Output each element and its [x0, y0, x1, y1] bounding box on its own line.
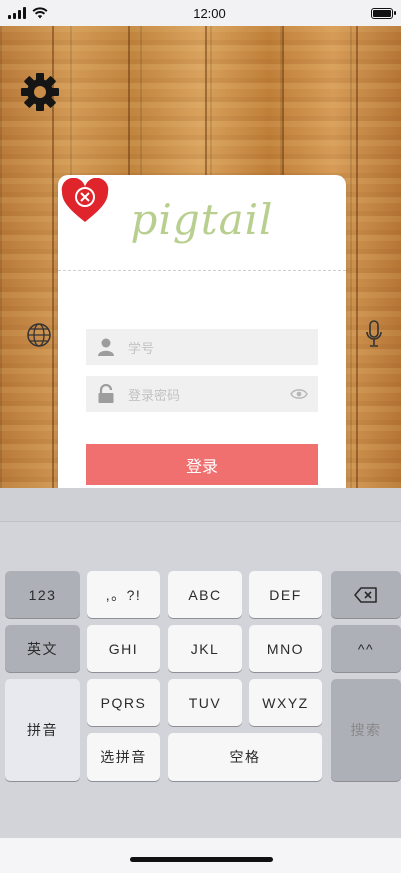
- backspace-icon: [354, 586, 377, 603]
- key-emoticon[interactable]: ^^: [331, 625, 401, 672]
- cellular-signal-icon: [8, 7, 26, 19]
- student-id-input[interactable]: 学号: [86, 329, 318, 365]
- key-jkl[interactable]: JKL: [168, 625, 242, 672]
- globe-icon[interactable]: [26, 322, 52, 348]
- key-select-pinyin[interactable]: 选拼音: [87, 733, 160, 781]
- card-divider: [58, 270, 346, 271]
- status-time: 12:00: [193, 5, 226, 21]
- key-wxyz[interactable]: WXYZ: [249, 679, 322, 726]
- key-def[interactable]: DEF: [249, 571, 322, 618]
- key-ghi[interactable]: GHI: [87, 625, 160, 672]
- login-card: pigtail 学号 登录密码 登录: [58, 175, 346, 505]
- student-id-placeholder: 学号: [128, 341, 155, 357]
- backspace-key[interactable]: [331, 571, 401, 618]
- home-indicator[interactable]: [130, 857, 273, 862]
- search-key[interactable]: 搜索: [331, 679, 401, 781]
- login-button[interactable]: 登录: [86, 444, 318, 485]
- space-key[interactable]: 空格: [168, 733, 322, 781]
- key-punctuation[interactable]: ,。?!: [87, 571, 160, 618]
- password-input[interactable]: 登录密码: [86, 376, 318, 412]
- status-left: [8, 7, 48, 19]
- keyboard: 123 ,。?! ABC DEF 英文 GHI JKL MNO ^^ 拼音 PQ…: [0, 488, 401, 838]
- eye-icon[interactable]: [290, 388, 308, 400]
- password-placeholder: 登录密码: [128, 388, 181, 404]
- microphone-icon[interactable]: [366, 320, 382, 348]
- user-icon: [96, 337, 116, 357]
- candidate-bar: [0, 488, 401, 522]
- settings-gear-icon[interactable]: [20, 72, 60, 112]
- key-pqrs[interactable]: PQRS: [87, 679, 160, 726]
- wifi-icon: [32, 7, 48, 19]
- key-english[interactable]: 英文: [5, 625, 80, 672]
- lock-icon: [96, 384, 116, 404]
- status-bar: 12:00: [0, 0, 401, 26]
- home-area: [0, 838, 401, 873]
- key-mno[interactable]: MNO: [249, 625, 322, 672]
- heart-close-icon[interactable]: [60, 178, 110, 224]
- key-pinyin[interactable]: 拼音: [5, 679, 80, 781]
- battery-icon: [370, 7, 396, 19]
- key-123[interactable]: 123: [5, 571, 80, 618]
- key-abc[interactable]: ABC: [168, 571, 242, 618]
- key-tuv[interactable]: TUV: [168, 679, 242, 726]
